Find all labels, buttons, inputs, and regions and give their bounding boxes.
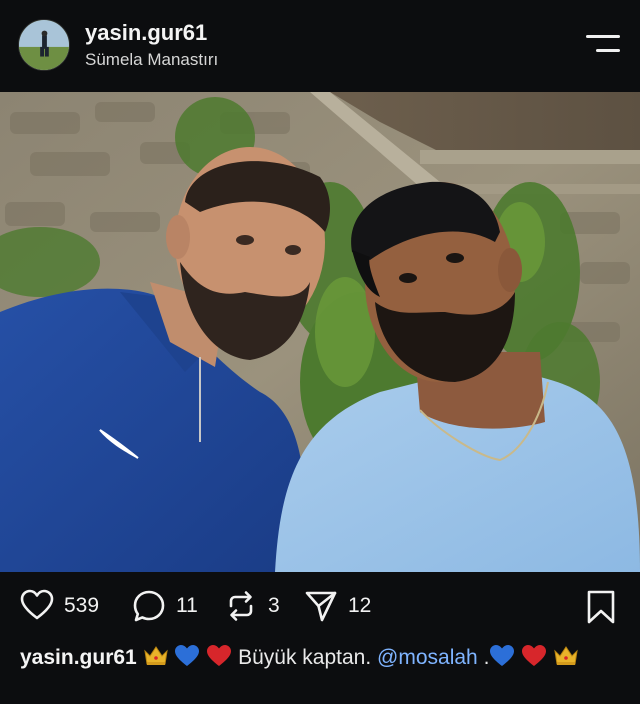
share-button[interactable]: 12: [304, 588, 371, 624]
save-button[interactable]: [584, 590, 618, 624]
red-heart-emoji: [206, 644, 232, 668]
menu-line-bottom: [596, 49, 620, 52]
caption-username[interactable]: yasin.gur61: [20, 646, 137, 669]
share-count: 12: [348, 594, 372, 617]
paper-plane-icon: [305, 591, 337, 622]
heart-outline-icon: [20, 589, 54, 620]
post-username[interactable]: yasin.gur61: [85, 20, 207, 46]
post-caption: yasin.gur61 Büyük kaptan. @mosalah .: [20, 644, 624, 672]
like-button[interactable]: 539: [20, 588, 99, 624]
crown-emoji: [553, 644, 579, 668]
caption-text: Büyük kaptan.: [238, 646, 372, 669]
crown-emoji: [143, 644, 169, 668]
menu-icon[interactable]: [586, 33, 622, 55]
selfie-image: [0, 92, 640, 572]
blue-heart-emoji: [174, 644, 200, 668]
post-location[interactable]: Sümela Manastırı: [85, 50, 218, 70]
bookmark-icon: [587, 590, 615, 624]
caption-mention[interactable]: @mosalah: [377, 646, 478, 669]
speech-bubble-icon: [133, 590, 165, 622]
menu-line-top: [586, 35, 620, 38]
post-header: yasin.gur61 Sümela Manastırı: [0, 0, 640, 90]
repost-count: 3: [268, 594, 280, 617]
blue-heart-emoji: [489, 644, 515, 668]
post-actions: 539 11 3 12: [0, 572, 640, 642]
comment-button[interactable]: 11: [132, 588, 198, 624]
like-count: 539: [64, 594, 100, 617]
repost-button[interactable]: 3: [224, 588, 280, 624]
comment-count: 11: [176, 594, 198, 617]
red-heart-emoji: [521, 644, 547, 668]
avatar[interactable]: [18, 19, 70, 71]
repost-arrows-icon: [229, 591, 253, 621]
post-photo[interactable]: [0, 92, 640, 572]
